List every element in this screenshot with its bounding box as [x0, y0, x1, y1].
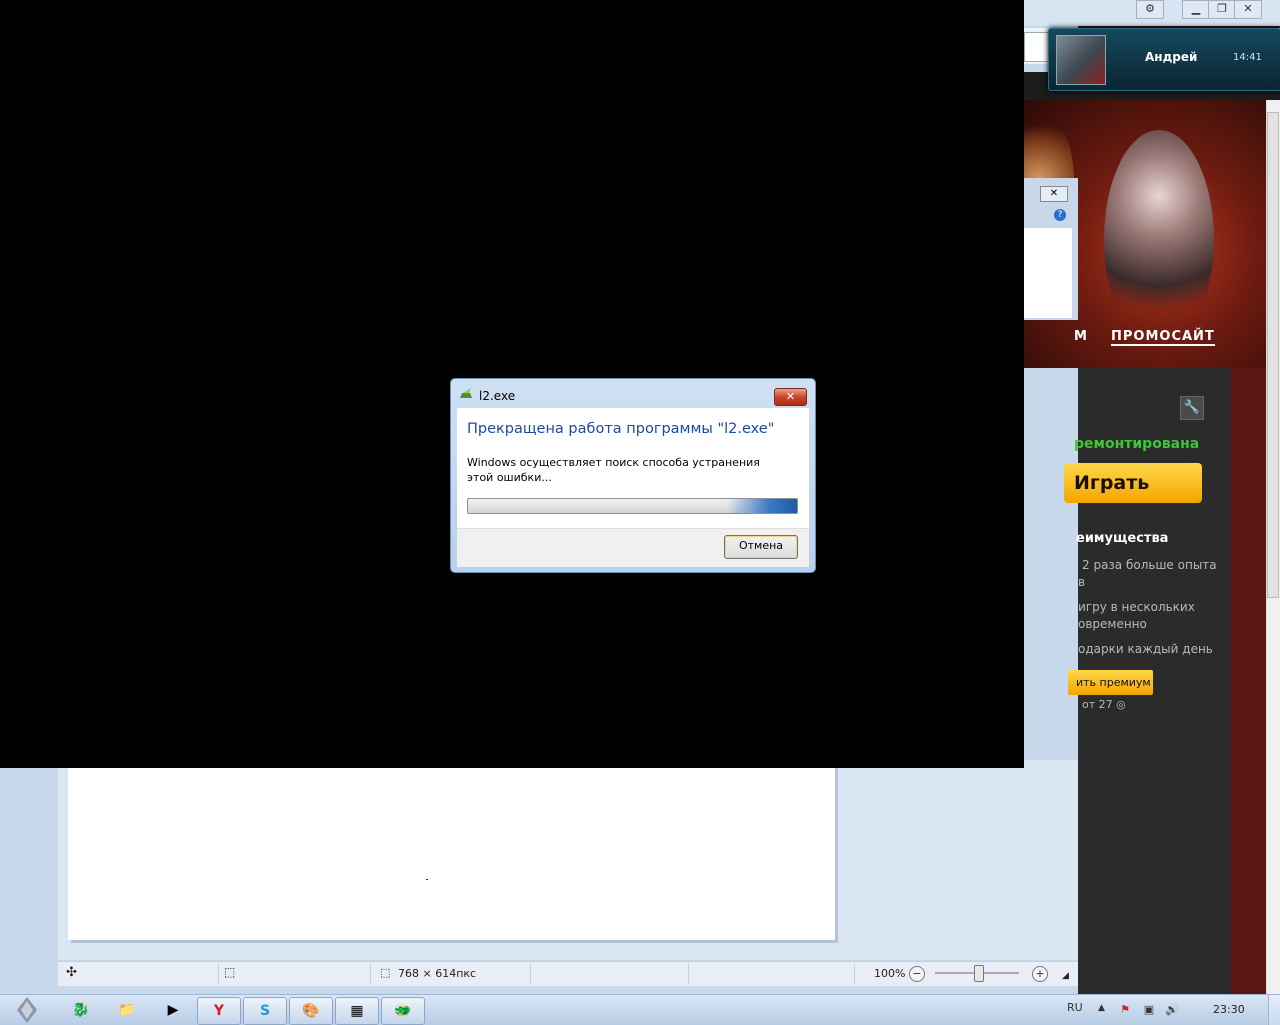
zoom-level: 100%: [874, 967, 906, 980]
benefit-item: одарки каждый день: [1078, 642, 1213, 656]
benefit-item: в: [1078, 575, 1086, 589]
notification-name: Андрей: [1145, 50, 1198, 64]
close-icon[interactable]: ✕: [1234, 0, 1262, 19]
taskbar: 🐉 📁 ▶ Y S 🎨 ▦ 🐲 RU ▲ ⚑ ▣ 🔊 23:30: [0, 994, 1280, 1025]
tray-expand-icon[interactable]: ▲: [1098, 1003, 1105, 1013]
zoom-slider-thumb[interactable]: [974, 965, 984, 982]
nav-item-promo[interactable]: ПРОМОСАЙТ: [1111, 329, 1215, 346]
browser-titlebar: ⚙ ▁ ❐ ✕: [1024, 0, 1280, 26]
volume-icon[interactable]: 🔊: [1165, 1003, 1179, 1017]
dialog-message: Windows осуществляет поиск способа устра…: [467, 456, 760, 484]
progress-indicator: [727, 499, 797, 513]
launcher-side-art: [1231, 368, 1266, 994]
benefit-item: игру в нескольких: [1078, 600, 1195, 614]
dialog-titlebar[interactable]: l2.exe ✕: [451, 379, 815, 406]
resize-grip-icon[interactable]: ◢: [1062, 971, 1069, 981]
image-size-label: 768 × 614пкс: [398, 967, 477, 980]
statusbar-separator: [854, 964, 855, 984]
benefit-item: 2 раза больше опыта: [1082, 558, 1217, 572]
friend-notification[interactable]: Андрей 14:41: [1048, 28, 1280, 91]
statusbar-separator: [688, 964, 689, 984]
nav-item-partial[interactable]: М: [1074, 329, 1087, 344]
clock[interactable]: 23:30: [1213, 1003, 1245, 1016]
zoom-out-button[interactable]: −: [909, 966, 925, 982]
progress-bar: [467, 498, 798, 514]
statusbar-separator: [370, 964, 371, 984]
restore-button[interactable]: ❐: [1208, 0, 1236, 19]
scrollbar-thumb[interactable]: [1267, 112, 1279, 598]
paint-statusbar: ✣ ⬚ ⬚ 768 × 614пкс 100% − + ◢: [58, 961, 1078, 986]
play-button[interactable]: Играть: [1064, 463, 1202, 503]
background-dialog-body: [1024, 228, 1072, 318]
benefit-item: овременно: [1078, 617, 1147, 631]
statusbar-separator: [530, 964, 531, 984]
zoom-in-button[interactable]: +: [1032, 966, 1048, 982]
app-icon: [460, 388, 472, 398]
dialog-body: Прекращена работа программы "l2.exe" Win…: [457, 408, 809, 533]
move-cursor-icon: ✣: [66, 965, 77, 980]
premium-price: от 27 ◎: [1082, 698, 1126, 711]
image-size-icon: ⬚: [380, 966, 391, 979]
close-button[interactable]: ✕: [774, 388, 807, 406]
paint-canvas[interactable]: [68, 760, 835, 940]
game-launcher-icon[interactable]: 🐉: [60, 997, 102, 1023]
avatar: [1056, 35, 1106, 85]
cancel-button[interactable]: Отмена: [724, 535, 798, 559]
action-center-icon[interactable]: ⚑: [1118, 1003, 1132, 1017]
l2-app-icon[interactable]: 🐲: [381, 997, 425, 1025]
buy-premium-button[interactable]: ить премиум: [1068, 670, 1153, 695]
minimize-button[interactable]: ▁: [1182, 0, 1210, 19]
game-status: ремонтирована: [1074, 436, 1200, 452]
dialog-heading: Прекращена работа программы "l2.exe": [467, 421, 775, 437]
paint-icon[interactable]: 🎨: [289, 997, 333, 1025]
close-icon[interactable]: ✕: [1040, 186, 1068, 202]
notification-time: 14:41: [1233, 52, 1262, 63]
show-desktop-button[interactable]: [1268, 995, 1280, 1025]
game-client-icon[interactable]: ▦: [335, 997, 379, 1025]
start-button[interactable]: [10, 996, 44, 1024]
launcher-nav: М ПРОМОСАЙТ: [1074, 325, 1230, 349]
help-icon[interactable]: ?: [1054, 209, 1066, 221]
gear-icon[interactable]: ⚙: [1136, 0, 1164, 19]
banner-character: [1104, 130, 1214, 350]
statusbar-separator: [218, 964, 219, 984]
language-indicator[interactable]: RU: [1067, 1001, 1083, 1014]
error-dialog: l2.exe ✕ Прекращена работа программы "l2…: [450, 378, 816, 573]
network-icon[interactable]: ▣: [1142, 1003, 1156, 1017]
premium-title: еимущества: [1076, 531, 1169, 546]
dialog-footer: Отмена: [457, 528, 809, 567]
media-player-icon[interactable]: ▶: [152, 997, 194, 1023]
folder-icon[interactable]: 📁: [106, 997, 148, 1023]
dialog-title: l2.exe: [479, 389, 516, 403]
wrench-icon[interactable]: 🔧: [1180, 396, 1204, 420]
skype-icon[interactable]: S: [243, 997, 287, 1025]
canvas-pixel: [426, 879, 428, 880]
yandex-browser-icon[interactable]: Y: [197, 997, 241, 1025]
selection-size-icon: ⬚: [224, 965, 236, 979]
